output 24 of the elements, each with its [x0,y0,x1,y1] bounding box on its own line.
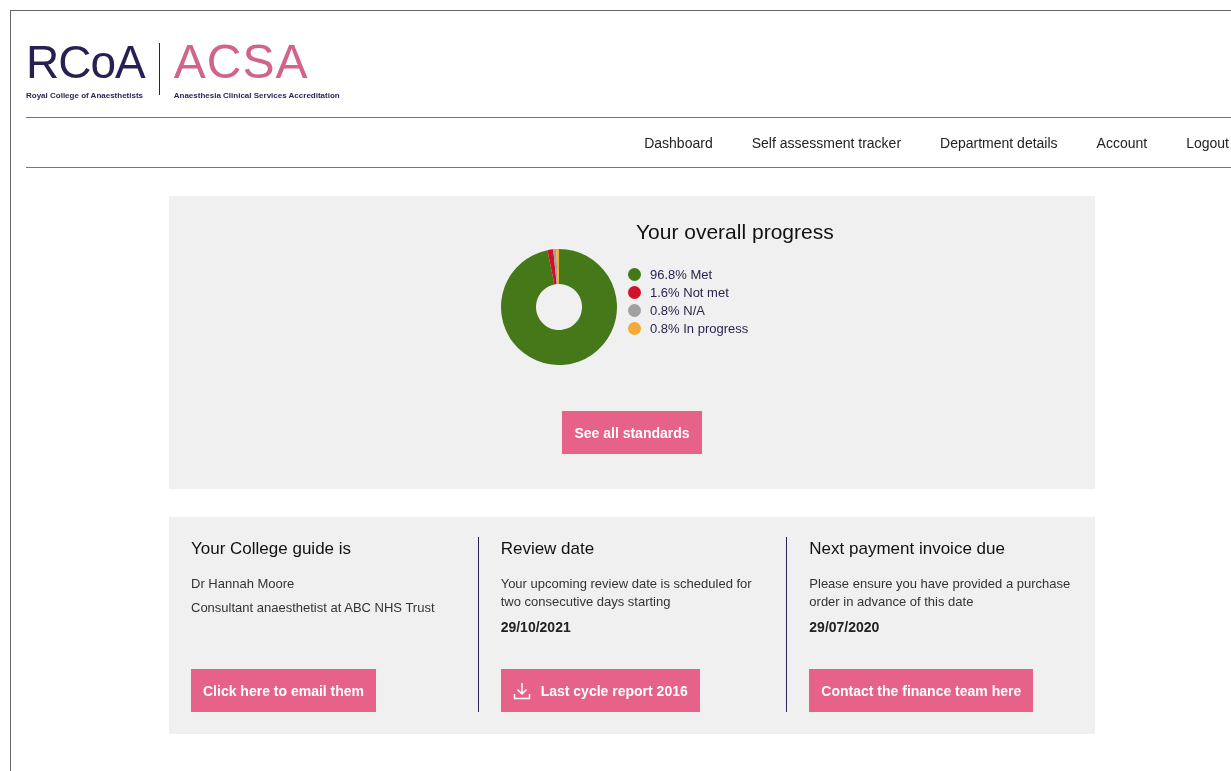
card-text: Dr Hannah Moore [191,575,296,593]
card-text: Your upcoming review date is scheduled for two consecutive days starting [500,575,753,611]
card-title: Your College guide is [191,539,352,559]
scheme-logo: ACSA [173,39,310,85]
card-title: Next payment invoice due [809,539,1005,559]
download-icon [512,681,531,700]
college-logo: RCoA [26,39,145,85]
card-text: Consultant anaesthetist at ABC NHS Trust [191,599,435,617]
nav-link[interactable]: Logout [1186,134,1229,151]
date-text: 29/07/2020 [809,619,881,635]
nav-link[interactable]: Account [1096,134,1148,151]
nav-link[interactable]: Department details [940,134,1058,151]
card-text: Please ensure you have provided a purchase order in advance of this date [809,575,1072,611]
legend-label: 96.8% Met [650,266,713,282]
date-text: 29/10/2021 [500,619,572,635]
legend-label: 0.8% In progress [650,320,749,336]
nav-link[interactable]: Self assessment tracker [751,134,902,151]
scheme-name: Anaesthesia Clinical Services Accreditation [173,91,340,100]
college-name: Royal College of Anaesthetists [26,91,145,100]
legend-label: 1.6% Not met [650,284,729,300]
nav-link[interactable]: Dashboard [644,134,713,151]
card-title: Review date [500,539,595,559]
panel-title: Your overall progress [636,220,835,244]
legend-label: 0.8% N/A [650,302,705,318]
